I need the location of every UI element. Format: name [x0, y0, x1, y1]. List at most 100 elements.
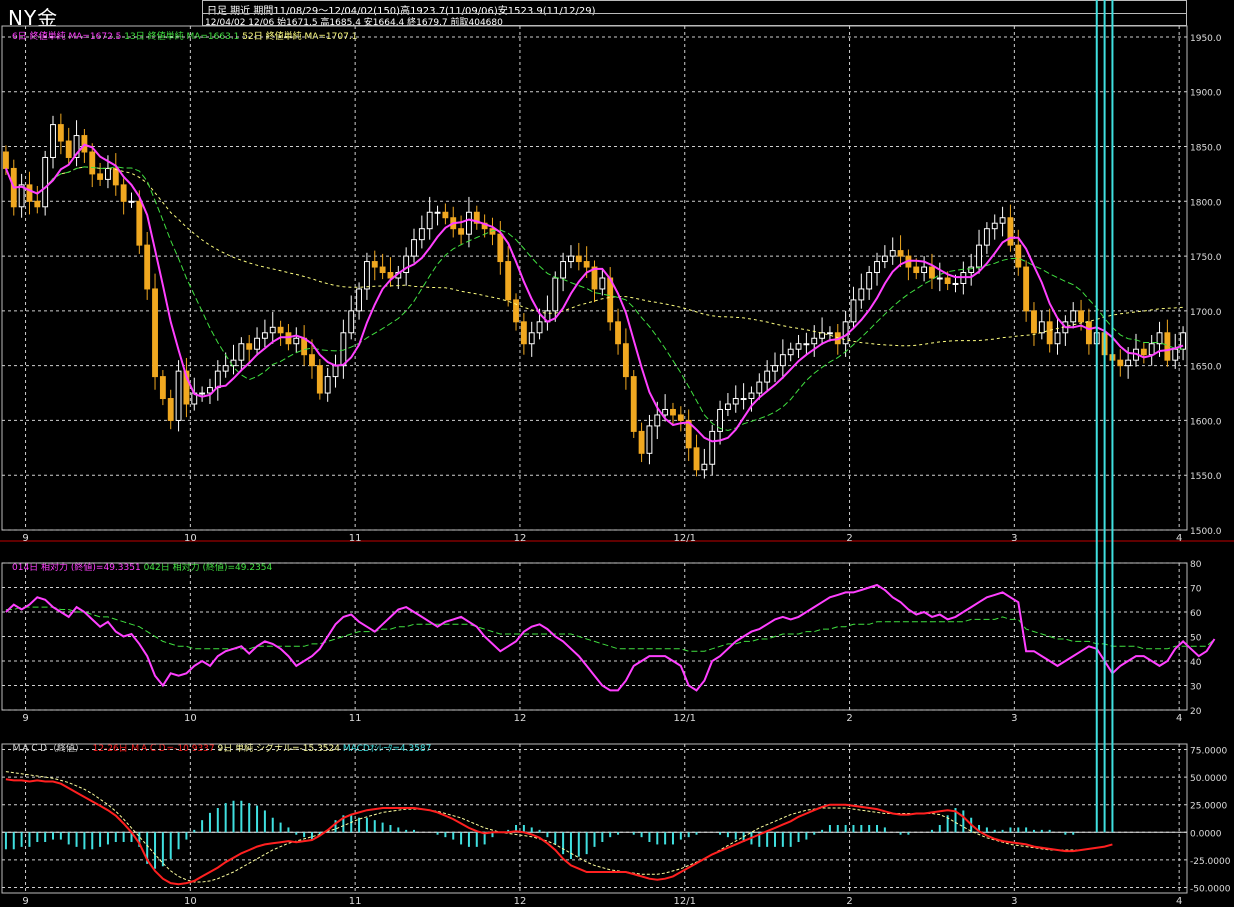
candle-body — [1031, 310, 1037, 334]
candle-body — [952, 282, 959, 285]
candle-body — [607, 277, 614, 323]
candle-body — [693, 447, 700, 471]
candle-body — [983, 228, 990, 246]
candle-body — [560, 261, 567, 279]
candle-body — [269, 326, 276, 334]
y-tick-label-macd: 0.0000 — [1190, 829, 1222, 839]
candle-body — [740, 398, 747, 401]
candle-body — [1117, 359, 1124, 367]
candle-body — [889, 250, 896, 257]
candle-body — [858, 288, 865, 301]
x-tick-label: 3 — [1011, 896, 1017, 907]
candle-body — [2, 151, 9, 169]
candle-body — [568, 255, 574, 263]
candle-body — [874, 261, 880, 274]
x-tick-label: 9 — [22, 533, 28, 544]
x-tick-label: 10 — [184, 713, 197, 724]
candle-body — [505, 261, 512, 301]
x-tick-label: 12/1 — [674, 713, 696, 724]
candle-body — [497, 233, 504, 263]
candle-body — [866, 272, 873, 290]
candle-body — [1023, 266, 1030, 312]
candle-body — [630, 376, 637, 432]
candle-body — [167, 398, 174, 421]
candle-body — [724, 403, 731, 410]
candle-body — [1007, 217, 1014, 246]
candle-body — [356, 288, 363, 312]
rsi14-line — [5, 583, 1216, 692]
rsi42-line — [5, 606, 1215, 652]
candle-body — [819, 332, 826, 339]
y-tick-label-price: 1800.0 — [1190, 198, 1222, 208]
candle-body — [238, 343, 245, 361]
candle-body — [575, 255, 582, 263]
y-tick-label-price: 1650.0 — [1190, 363, 1222, 373]
candle-body — [701, 463, 708, 471]
y-tick-label-macd: 50.0000 — [1190, 774, 1227, 784]
candle-body — [1140, 348, 1147, 356]
candle-body — [50, 124, 56, 158]
candle-body — [764, 370, 771, 383]
candle-body — [929, 266, 935, 279]
x-tick-label: 11 — [349, 533, 362, 544]
candle-body — [528, 332, 535, 345]
panel-frame-2 — [1, 743, 1188, 894]
x-tick-label: 4 — [1176, 713, 1182, 724]
candle-body — [646, 425, 653, 454]
x-tick-label: 2 — [846, 713, 852, 724]
macd-signal-line — [5, 771, 1089, 883]
candle-body — [144, 244, 151, 290]
macd-line — [5, 778, 1113, 886]
candle-body — [120, 184, 127, 202]
candle-body — [136, 200, 143, 246]
candle-body — [520, 321, 527, 345]
candle-body — [1148, 343, 1155, 356]
y-tick-label-price: 1600.0 — [1190, 417, 1222, 427]
candle-body — [301, 337, 308, 356]
candle-body — [489, 228, 496, 235]
candle-body — [811, 337, 818, 345]
candle-body — [968, 266, 975, 274]
candle-body — [662, 408, 669, 416]
candle-body — [513, 299, 519, 323]
x-tick-label: 10 — [184, 896, 197, 907]
candle-body — [897, 250, 904, 257]
candle-body — [293, 337, 300, 345]
x-tick-label: 4 — [1176, 533, 1182, 544]
candle-body — [976, 244, 982, 268]
y-tick-label-price: 1750.0 — [1190, 253, 1222, 263]
candle-body — [936, 277, 943, 280]
candle-body — [709, 430, 716, 465]
x-tick-label: 12/1 — [674, 896, 696, 907]
candle-body — [152, 288, 158, 378]
y-tick-label-price: 1700.0 — [1190, 308, 1222, 318]
candle-body — [1054, 332, 1061, 345]
candle-body — [254, 337, 260, 350]
candle-body — [324, 376, 331, 394]
candle-body — [348, 310, 355, 334]
candle-body — [246, 343, 253, 350]
candle-body — [42, 156, 49, 208]
candle-body — [1164, 332, 1171, 361]
x-tick-label: 9 — [22, 896, 28, 907]
panel-frame-1 — [1, 562, 1188, 711]
x-tick-label: 4 — [1176, 896, 1182, 907]
candle-body — [434, 211, 441, 214]
candle-body — [214, 370, 221, 389]
y-tick-label-rsi: 20 — [1190, 707, 1202, 717]
candle-body — [583, 261, 590, 268]
y-tick-label-price: 1900.0 — [1190, 89, 1222, 99]
candle-body — [881, 255, 888, 263]
candle-body — [536, 321, 543, 334]
x-tick-label: 12 — [514, 713, 527, 724]
candle-body — [159, 376, 166, 400]
y-tick-label-rsi: 40 — [1190, 658, 1202, 668]
candle-body — [112, 167, 119, 186]
candle-body — [418, 228, 425, 241]
candle-body — [379, 266, 386, 274]
y-tick-label-macd: -50.0000 — [1190, 884, 1231, 894]
candle-body — [1078, 310, 1084, 323]
x-tick-label: 2 — [846, 533, 852, 544]
y-tick-label-price: 1850.0 — [1190, 144, 1222, 154]
candle-body — [411, 239, 417, 257]
